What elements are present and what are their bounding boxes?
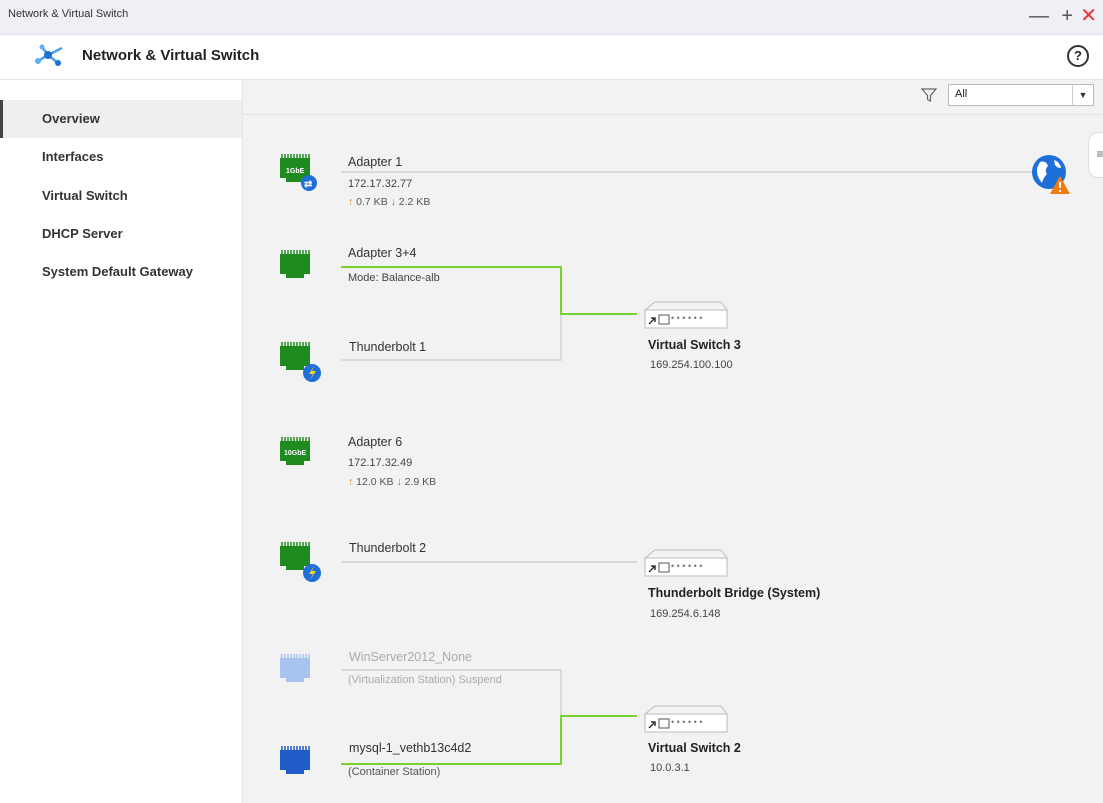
virtual-switch-3-ip: 169.254.100.100 [650, 359, 733, 371]
download-arrow-icon: ↓ [396, 476, 402, 488]
adapter1-name[interactable]: Adapter 1 [348, 155, 402, 169]
winserver-name[interactable]: WinServer2012_None [349, 650, 472, 664]
app-title: Network & Virtual Switch [82, 47, 260, 64]
mysql-link-line [341, 715, 637, 765]
virtual-switch-icon[interactable]: • • • • • • [641, 300, 729, 332]
virtual-nic-icon [280, 746, 310, 774]
virtual-nic-faded-icon [280, 654, 310, 682]
thunderbolt-bridge-name[interactable]: Thunderbolt Bridge (System) [648, 586, 820, 600]
window-titlebar: Network & Virtual Switch — + ✕ [0, 0, 1103, 35]
adapter6-ip: 172.17.32.49 [348, 457, 413, 469]
sidebar: Overview Interfaces Virtual Switch DHCP … [0, 80, 243, 803]
adapter6-traffic: ↑ 12.0 KB ↓ 2.9 KB [348, 476, 436, 488]
svg-text:1GbE: 1GbE [286, 168, 305, 175]
adapter6-upload: 12.0 KB [356, 476, 394, 488]
svg-text:⇄: ⇄ [304, 179, 313, 190]
ethernet-port-10gbe-icon: 10GbE [280, 437, 310, 465]
svg-text:• • • • • •: • • • • • • [671, 313, 702, 323]
sidebar-item-interfaces[interactable]: Interfaces [0, 138, 242, 176]
adapter34-mode: Mode: Balance-alb [348, 272, 440, 284]
ethernet-port-1gbe-icon: 1GbE ⇄ [280, 154, 317, 191]
winserver-status: (Virtualization Station) Suspend [348, 674, 502, 686]
adapter34-name[interactable]: Adapter 3+4 [348, 246, 416, 260]
ethernet-port-icon [280, 250, 310, 278]
svg-text:• • • • • •: • • • • • • [671, 561, 702, 571]
adapter1-ip: 172.17.32.77 [348, 178, 413, 190]
help-icon[interactable]: ? [1067, 45, 1089, 67]
overview-panel: All ▼ ≡ 1GbE ⇄ Adapter 1 172.17.32.77 ↑ … [243, 80, 1103, 803]
maximize-button[interactable]: + [1061, 2, 1073, 30]
mysql-name[interactable]: mysql-1_vethb13c4d2 [349, 741, 471, 755]
thunderbolt-bridge-ip: 169.254.6.148 [650, 608, 721, 620]
download-arrow-icon: ↓ [390, 196, 396, 208]
virtual-switch-icon[interactable]: • • • • • • [641, 704, 729, 736]
virtual-switch-2-ip: 10.0.3.1 [650, 762, 690, 774]
virtual-switch-3-name[interactable]: Virtual Switch 3 [648, 338, 741, 352]
adapter1-upload: 0.7 KB [356, 196, 388, 208]
close-button[interactable]: ✕ [1080, 2, 1097, 30]
upload-arrow-icon: ↑ [348, 476, 354, 488]
thunderbolt-port-icon [280, 542, 321, 582]
thunderbolt2-name[interactable]: Thunderbolt 2 [349, 541, 426, 555]
virtual-switch-2-name[interactable]: Virtual Switch 2 [648, 741, 741, 755]
thunderbolt-port-icon [280, 342, 321, 382]
svg-text:• • • • • •: • • • • • • [671, 717, 702, 727]
upload-arrow-icon: ↑ [348, 196, 354, 208]
mysql-source: (Container Station) [348, 766, 441, 778]
minimize-button[interactable]: — [1029, 2, 1049, 30]
sidebar-item-virtual-switch[interactable]: Virtual Switch [0, 177, 242, 215]
svg-text:10GbE: 10GbE [284, 450, 307, 457]
sidebar-item-overview[interactable]: Overview [0, 100, 242, 138]
window-title: Network & Virtual Switch [8, 8, 129, 20]
internet-globe-warning-icon[interactable] [1030, 152, 1072, 196]
network-switch-app-icon [35, 44, 63, 66]
adapter6-download: 2.9 KB [404, 476, 437, 488]
adapter1-traffic: ↑ 0.7 KB ↓ 2.2 KB [348, 196, 430, 208]
thunderbolt1-name[interactable]: Thunderbolt 1 [349, 340, 426, 354]
sidebar-item-dhcp-server[interactable]: DHCP Server [0, 215, 242, 253]
adapter6-name[interactable]: Adapter 6 [348, 435, 402, 449]
sidebar-item-system-default-gateway[interactable]: System Default Gateway [0, 253, 242, 291]
adapter1-download: 2.2 KB [398, 196, 431, 208]
virtual-switch-icon[interactable]: • • • • • • [641, 548, 729, 580]
app-header: Network & Virtual Switch ? [0, 35, 1103, 80]
